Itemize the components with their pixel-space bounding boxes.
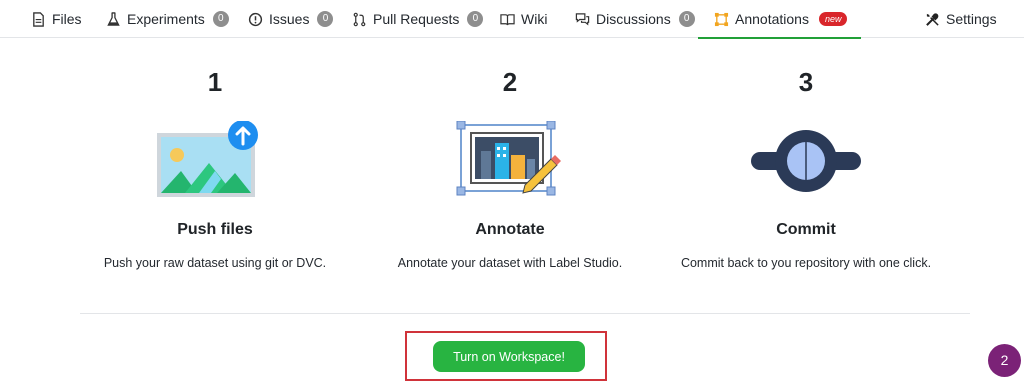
step-description: Push your raw dataset using git or DVC. xyxy=(103,256,327,270)
tab-label: Issues xyxy=(269,11,310,27)
tab-discussions[interactable]: Discussions 0 xyxy=(575,0,695,38)
tab-label: Files xyxy=(52,11,82,27)
tools-icon xyxy=(926,12,939,26)
tab-issues[interactable]: Issues 0 xyxy=(248,0,334,38)
tab-label: Discussions xyxy=(596,11,671,27)
step-number: 1 xyxy=(207,67,223,97)
step-title: Commit xyxy=(776,221,836,238)
commit-node-icon xyxy=(751,130,861,192)
step-description: Commit back to you repository with one c… xyxy=(680,256,932,270)
section-divider xyxy=(80,313,970,314)
tab-wiki[interactable]: Wiki xyxy=(500,0,547,38)
git-pull-request-icon xyxy=(353,12,366,26)
step-commit: 3 Commit Commit back to you repository w… xyxy=(656,60,956,273)
tab-label: Settings xyxy=(946,11,997,27)
step-illustration xyxy=(65,116,365,206)
count-badge: 0 xyxy=(317,11,334,27)
step-number: 3 xyxy=(798,67,814,97)
tab-pull-requests[interactable]: Pull Requests 0 xyxy=(352,0,484,38)
notification-badge[interactable]: 2 xyxy=(988,344,1021,377)
image-upload-icon xyxy=(157,121,258,197)
tab-label: Experiments xyxy=(127,11,205,27)
new-badge: new xyxy=(818,12,848,26)
step-push-files: 1 Push files Push your raw dataset using… xyxy=(65,60,365,273)
tab-label: Pull Requests xyxy=(373,11,460,27)
tab-settings[interactable]: Settings xyxy=(925,0,997,38)
step-illustration xyxy=(656,116,956,206)
book-icon xyxy=(500,13,515,25)
step-description: Annotate your dataset with Label Studio. xyxy=(397,256,623,270)
step-title: Annotate xyxy=(475,221,545,238)
tab-files[interactable]: Files xyxy=(31,0,82,38)
step-illustration xyxy=(360,116,660,206)
annotate-picture-icon xyxy=(456,121,561,196)
count-badge: 0 xyxy=(678,11,695,27)
file-icon xyxy=(33,11,44,27)
tab-label: Wiki xyxy=(521,11,548,27)
count-badge: 0 xyxy=(212,11,229,27)
annotation-frame-icon xyxy=(714,12,729,26)
step-annotate: 2 Annotate Annotate your dataset with La… xyxy=(360,60,660,273)
step-number: 2 xyxy=(502,67,518,97)
alert-circle-icon xyxy=(248,12,263,26)
tab-experiments[interactable]: Experiments 0 xyxy=(106,0,229,38)
step-title: Push files xyxy=(177,221,253,238)
repo-tab-bar: Files Experiments 0 Issues 0 Pull Reques… xyxy=(0,0,1024,39)
flask-icon xyxy=(107,11,120,26)
tab-annotations[interactable]: Annotations new xyxy=(697,0,862,39)
tab-label: Annotations xyxy=(735,11,809,27)
count-badge: 0 xyxy=(467,11,484,27)
turn-on-workspace-button[interactable]: Turn on Workspace! xyxy=(433,341,585,372)
comments-icon xyxy=(575,12,590,25)
